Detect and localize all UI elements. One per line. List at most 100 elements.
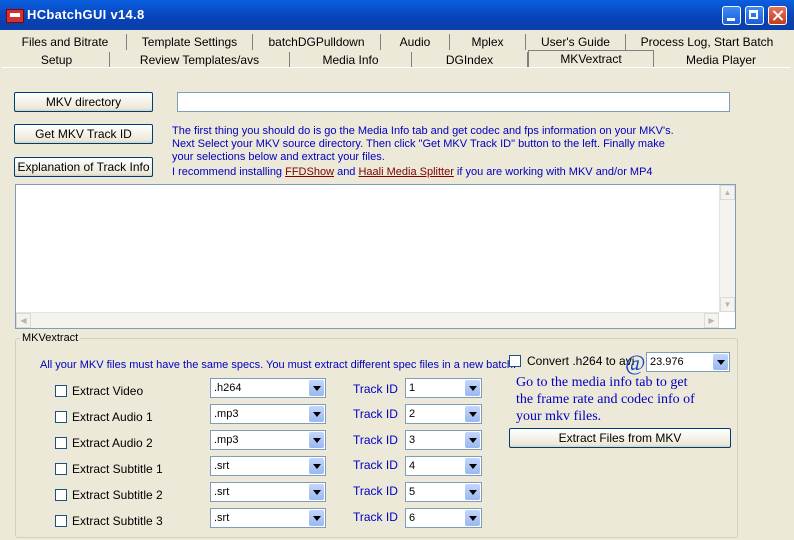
scroll-left-icon[interactable]: ◀ [16,313,31,328]
track-id-label: Track ID [353,407,398,421]
extract-video-checkbox[interactable] [55,385,67,397]
track-info-textbox[interactable]: ▲ ▼ ◀ ▶ [15,184,736,329]
audio1-format-combo[interactable]: .mp3 [210,404,326,424]
haali-link[interactable]: Haali Media Splitter [358,166,453,178]
subtitle1-track-combo[interactable]: 4 [405,456,482,476]
tab-dgindex[interactable]: DGIndex [412,52,528,68]
ffdshow-link[interactable]: FFDShow [285,166,334,178]
audio2-track-value: 3 [409,434,416,446]
at-symbol: @ [625,350,646,375]
tab-files-bitrate[interactable]: Files and Bitrate [4,34,127,50]
tab-users-guide[interactable]: User's Guide [526,34,626,50]
extract-subtitle1-label: Extract Subtitle 1 [72,462,163,476]
chevron-down-icon[interactable] [309,458,324,474]
minimize-button[interactable] [722,6,741,25]
subtitle3-format-combo[interactable]: .srt [210,508,326,528]
track-id-label: Track ID [353,510,398,524]
app-icon[interactable] [6,9,24,23]
extract-subtitle1-checkbox[interactable] [55,463,67,475]
chevron-down-icon[interactable] [465,510,480,526]
convert-checkbox[interactable] [509,355,521,367]
tab-process-log[interactable]: Process Log, Start Batch [626,34,788,50]
track-id-label: Track ID [353,382,398,396]
audio1-track-combo[interactable]: 2 [405,404,482,424]
chevron-down-icon[interactable] [309,380,324,396]
tab-media-player[interactable]: Media Player [654,52,788,68]
title-bar: HCbatchGUI v14.8 [0,0,794,30]
hint-line-3: your mkv files. [516,409,602,424]
scroll-down-icon[interactable]: ▼ [720,297,735,312]
tab-mkvextract[interactable]: MKVextract [528,50,654,68]
video-format-combo[interactable]: .h264 [210,378,326,398]
hint-text: Go to the media info tab to get the fram… [516,374,695,425]
extract-subtitle2-label: Extract Subtitle 2 [72,488,163,502]
chevron-down-icon[interactable] [465,432,480,448]
chevron-down-icon[interactable] [309,510,324,526]
scroll-up-icon[interactable]: ▲ [720,185,735,200]
subtitle1-format-combo[interactable]: .srt [210,456,326,476]
tab-template-settings[interactable]: Template Settings [127,34,253,50]
extract-files-button[interactable]: Extract Files from MKV [509,428,731,448]
subtitle3-format-value: .srt [214,512,230,524]
horizontal-scrollbar[interactable]: ◀ ▶ [16,312,719,328]
audio1-format-value: .mp3 [214,408,239,420]
get-mkv-track-id-button[interactable]: Get MKV Track ID [14,124,153,144]
video-track-value: 1 [409,382,416,394]
tab-review-templates[interactable]: Review Templates/avs [110,52,290,68]
extract-audio1-checkbox[interactable] [55,411,67,423]
extract-audio2-checkbox[interactable] [55,437,67,449]
subtitle2-format-value: .srt [214,486,230,498]
tab-media-info[interactable]: Media Info [290,52,412,68]
chevron-down-icon[interactable] [465,406,480,422]
scroll-right-icon[interactable]: ▶ [704,313,719,328]
fps-value: 23.976 [650,356,684,368]
group-note: All your MKV files must have the same sp… [40,359,517,371]
chevron-down-icon[interactable] [465,458,480,474]
mkv-directory-button[interactable]: MKV directory [14,92,153,112]
window-title: HCbatchGUI v14.8 [27,7,145,22]
audio2-format-combo[interactable]: .mp3 [210,430,326,450]
tab-setup[interactable]: Setup [4,52,110,68]
subtitle3-track-combo[interactable]: 6 [405,508,482,528]
track-id-label: Track ID [353,433,398,447]
convert-label: Convert .h264 to avi [527,354,635,368]
fps-combo[interactable]: 23.976 [646,352,730,372]
tab-batchdgpulldown[interactable]: batchDGPulldown [253,34,381,50]
video-format-value: .h264 [214,382,242,394]
maximize-button[interactable] [745,6,764,25]
chevron-down-icon[interactable] [309,432,324,448]
subtitle2-track-value: 5 [409,486,416,498]
extract-subtitle2-checkbox[interactable] [55,489,67,501]
chevron-down-icon[interactable] [713,354,728,370]
info-line-1: The first thing you should do is go the … [172,125,674,137]
vertical-scrollbar[interactable]: ▲ ▼ [719,185,735,312]
close-button[interactable] [768,6,787,25]
tab-audio[interactable]: Audio [381,34,450,50]
info-line-4: I recommend installing FFDShow and Haali… [172,166,653,179]
video-track-combo[interactable]: 1 [405,378,482,398]
extract-audio2-label: Extract Audio 2 [72,436,153,450]
mkv-directory-field[interactable] [177,92,730,112]
chevron-down-icon[interactable] [465,380,480,396]
explanation-track-info-button[interactable]: Explanation of Track Info [14,157,153,177]
info-line-4-and: and [334,166,359,178]
audio2-format-value: .mp3 [214,434,239,446]
chevron-down-icon[interactable] [309,406,324,422]
info-line-4-tail: if you are working with MKV and/or MP4 [453,166,653,178]
audio2-track-combo[interactable]: 3 [405,430,482,450]
tab-mplex[interactable]: Mplex [450,34,526,50]
chevron-down-icon[interactable] [465,484,480,500]
extract-audio1-label: Extract Audio 1 [72,410,153,424]
subtitle1-format-value: .srt [214,460,230,472]
chevron-down-icon[interactable] [309,484,324,500]
tab-divider [2,67,790,68]
subtitle3-track-value: 6 [409,512,416,524]
extract-subtitle3-label: Extract Subtitle 3 [72,514,163,528]
extract-subtitle3-checkbox[interactable] [55,515,67,527]
info-line-2: Next Select your MKV source directory. T… [172,138,665,150]
info-line-3: your selections below and extract your f… [172,151,385,163]
extract-video-label: Extract Video [72,384,144,398]
subtitle2-format-combo[interactable]: .srt [210,482,326,502]
subtitle2-track-combo[interactable]: 5 [405,482,482,502]
hint-line-1: Go to the media info tab to get [516,375,688,390]
